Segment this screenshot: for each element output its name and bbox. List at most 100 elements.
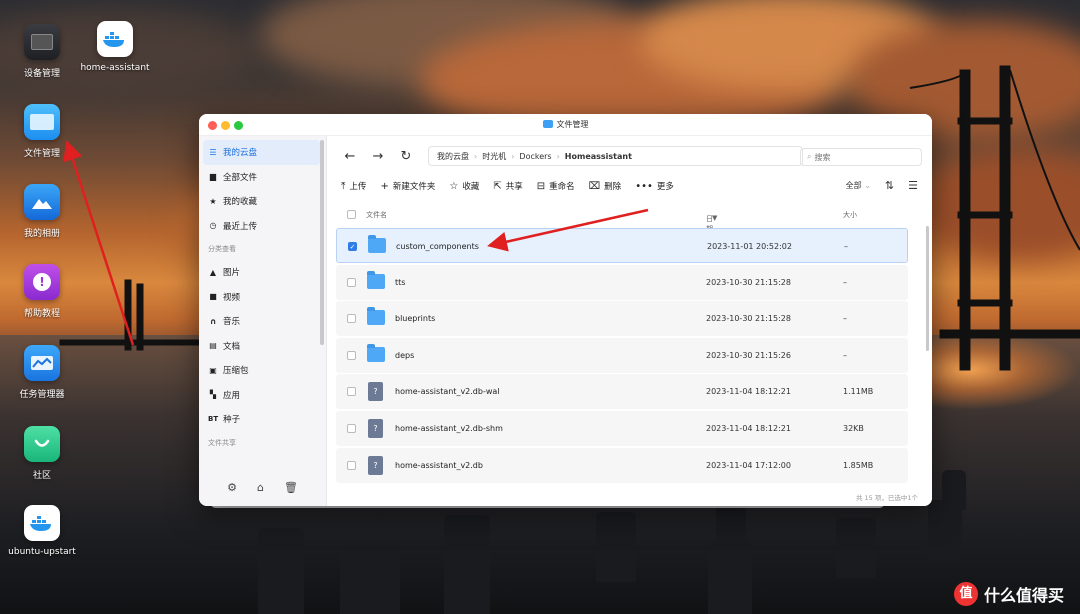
sidebar-item-label: 我的收藏 xyxy=(223,197,258,208)
file-date: 2023-10-30 21:15:28 xyxy=(706,277,791,287)
ellipsis-icon: ••• xyxy=(635,180,653,192)
window-titlebar[interactable]: 文件管理 xyxy=(199,114,932,136)
file-row[interactable]: deps 2023-10-30 21:15:26 – xyxy=(336,337,908,373)
filter-select[interactable]: 全部 ⌄ xyxy=(846,180,871,191)
device-manager-icon xyxy=(24,24,60,60)
file-row[interactable]: ? home-assistant_v2.db-shm 2023-11-04 18… xyxy=(336,410,908,446)
sidebar-item-my-cloud[interactable]: ☰ 我的云盘 xyxy=(203,140,320,165)
row-checkbox[interactable] xyxy=(347,423,356,433)
sort-icon[interactable]: ⇅ xyxy=(885,179,894,192)
breadcrumb-item[interactable]: Dockers xyxy=(519,152,551,161)
list-view-icon[interactable]: ☰ xyxy=(908,179,918,192)
more-button[interactable]: ••• 更多 xyxy=(635,180,674,193)
sidebar-item-archives[interactable]: ▣ 压缩包 xyxy=(199,358,326,383)
desktop-icon-help[interactable]: ! 帮助教程 xyxy=(2,264,82,319)
sidebar-item-label: 最近上传 xyxy=(223,221,258,232)
file-date: 2023-11-01 20:52:02 xyxy=(707,242,792,251)
search-box[interactable]: ⌕ xyxy=(800,148,922,166)
desktop-icon-home-assistant[interactable]: home-assistant xyxy=(75,21,155,73)
sidebar-item-all-files[interactable]: ▆ 全部文件 xyxy=(199,165,326,190)
sidebar-item-apps[interactable]: ▚ 应用 xyxy=(199,383,326,408)
sidebar-item-videos[interactable]: ■ 视频 xyxy=(199,285,326,310)
breadcrumb-item[interactable]: 时光机 xyxy=(482,151,506,162)
filter-select-value: 全部 xyxy=(845,181,862,190)
file-row[interactable]: ✓ custom_components 2023-11-01 20:52:02 … xyxy=(336,228,908,263)
row-checkbox[interactable] xyxy=(347,460,356,470)
file-row[interactable]: ? home-assistant_v2.db-wal 2023-11-04 18… xyxy=(336,374,908,410)
sidebar-item-documents[interactable]: ▤ 文档 xyxy=(199,334,326,359)
chevron-down-icon: ⌄ xyxy=(864,181,871,190)
upload-label: 上传 xyxy=(349,182,367,192)
desktop-icon-label: 我的相册 xyxy=(23,229,60,239)
column-header-size[interactable]: 大小 xyxy=(843,210,857,220)
desktop-icon-device-manager[interactable]: 设备管理 xyxy=(2,24,82,79)
sidebar-item-torrents[interactable]: BT 种子 xyxy=(199,407,326,432)
file-name: home-assistant_v2.db-wal xyxy=(395,387,500,397)
sidebar-item-favorites[interactable]: ★ 我的收藏 xyxy=(199,189,326,214)
favorite-button[interactable]: ☆ 收藏 xyxy=(449,180,480,193)
sort-down-icon: ▼ xyxy=(712,214,718,222)
file-manager-window: 文件管理 ☰ 我的云盘 ▆ 全部文件 ★ 我的收藏 ◷ 最近上传 分类查看 ▲ 图片 ■ 视… xyxy=(199,114,932,506)
watermark-text: 什么值得买 xyxy=(983,586,1064,605)
desktop-icon-photos[interactable]: 我的相册 xyxy=(2,184,82,239)
column-header-name[interactable]: 文件名 xyxy=(366,210,387,220)
breadcrumb-item[interactable]: 我的云盘 xyxy=(437,151,469,162)
file-size: – xyxy=(843,277,847,287)
upload-button[interactable]: ⤒ 上传 xyxy=(341,180,367,193)
broom-clean-icon[interactable]: ⌂ xyxy=(257,481,264,494)
sidebar-scrollbar[interactable] xyxy=(320,140,324,345)
star-outline-icon: ☆ xyxy=(449,180,459,192)
file-date: 2023-11-04 18:12:21 xyxy=(706,387,791,397)
folder-icon xyxy=(367,307,385,326)
back-arrow-icon[interactable]: ← xyxy=(340,149,360,164)
delete-button[interactable]: ⌧ 删除 xyxy=(589,180,622,193)
breadcrumb-item-current[interactable]: Homeassistant xyxy=(565,152,632,161)
file-row[interactable]: tts 2023-10-30 21:15:28 – xyxy=(336,264,908,300)
file-row[interactable]: blueprints 2023-10-30 21:15:28 – xyxy=(336,301,908,337)
select-all-checkbox[interactable] xyxy=(347,210,356,219)
folder-icon xyxy=(367,270,385,289)
file-list-scrollbar[interactable] xyxy=(926,226,929,351)
file-row[interactable]: ? home-assistant_v2.db 2023-11-04 17:12:… xyxy=(336,447,908,483)
unknown-file-icon: ? xyxy=(368,418,383,438)
unknown-file-icon: ? xyxy=(368,455,383,475)
search-input[interactable] xyxy=(814,152,905,162)
file-list-panel: ← → ↻ 我的云盘 › 时光机 › Dockers › Homeassistant … xyxy=(328,136,932,506)
breadcrumb: 我的云盘 › 时光机 › Dockers › Homeassistant xyxy=(428,146,803,166)
desktop-icon-task-manager[interactable]: 任务管理器 xyxy=(2,345,82,400)
desktop-icon-label: 帮助教程 xyxy=(23,309,60,319)
favorite-label: 收藏 xyxy=(462,182,480,192)
sidebar-item-label: 视频 xyxy=(223,292,241,303)
star-icon: ★ xyxy=(209,196,217,206)
more-label: 更多 xyxy=(656,182,674,192)
image-icon: ▲ xyxy=(209,267,217,277)
row-checkbox-checked[interactable]: ✓ xyxy=(348,242,357,251)
file-name: custom_components xyxy=(396,242,479,251)
folder-icon xyxy=(542,120,553,128)
desktop-icon-label: 社区 xyxy=(32,471,51,481)
rename-label: 重命名 xyxy=(549,182,575,192)
folder-icon xyxy=(367,343,385,362)
row-checkbox[interactable] xyxy=(347,277,356,287)
rename-button[interactable]: ⊟ 重命名 xyxy=(537,180,575,193)
delete-label: 删除 xyxy=(604,182,622,192)
desktop-icon-file-manager[interactable]: 文件管理 xyxy=(2,104,82,159)
settings-icon[interactable]: ⚙ xyxy=(227,481,237,494)
help-exclamation-icon: ! xyxy=(24,264,60,300)
new-folder-button[interactable]: + 新建文件夹 xyxy=(380,180,435,193)
share-icon: ⇱ xyxy=(493,180,502,192)
desktop-icon-ubuntu-upstart[interactable]: ubuntu-upstart xyxy=(2,505,82,557)
desktop-icon-community[interactable]: 社区 xyxy=(2,426,82,481)
sidebar-item-music[interactable]: ∩ 音乐 xyxy=(199,309,326,334)
sidebar-item-recent-uploads[interactable]: ◷ 最近上传 xyxy=(199,214,326,239)
refresh-icon[interactable]: ↻ xyxy=(396,149,416,164)
file-name: home-assistant_v2.db-shm xyxy=(395,423,503,433)
row-checkbox[interactable] xyxy=(347,387,356,397)
row-checkbox[interactable] xyxy=(347,350,356,360)
row-checkbox[interactable] xyxy=(347,314,356,324)
share-button[interactable]: ⇱ 共享 xyxy=(493,180,522,193)
file-icon: ▆ xyxy=(209,172,217,182)
sidebar-item-images[interactable]: ▲ 图片 xyxy=(199,260,326,285)
forward-arrow-icon[interactable]: → xyxy=(368,149,388,164)
trash-icon[interactable]: 🗑 xyxy=(284,481,298,494)
